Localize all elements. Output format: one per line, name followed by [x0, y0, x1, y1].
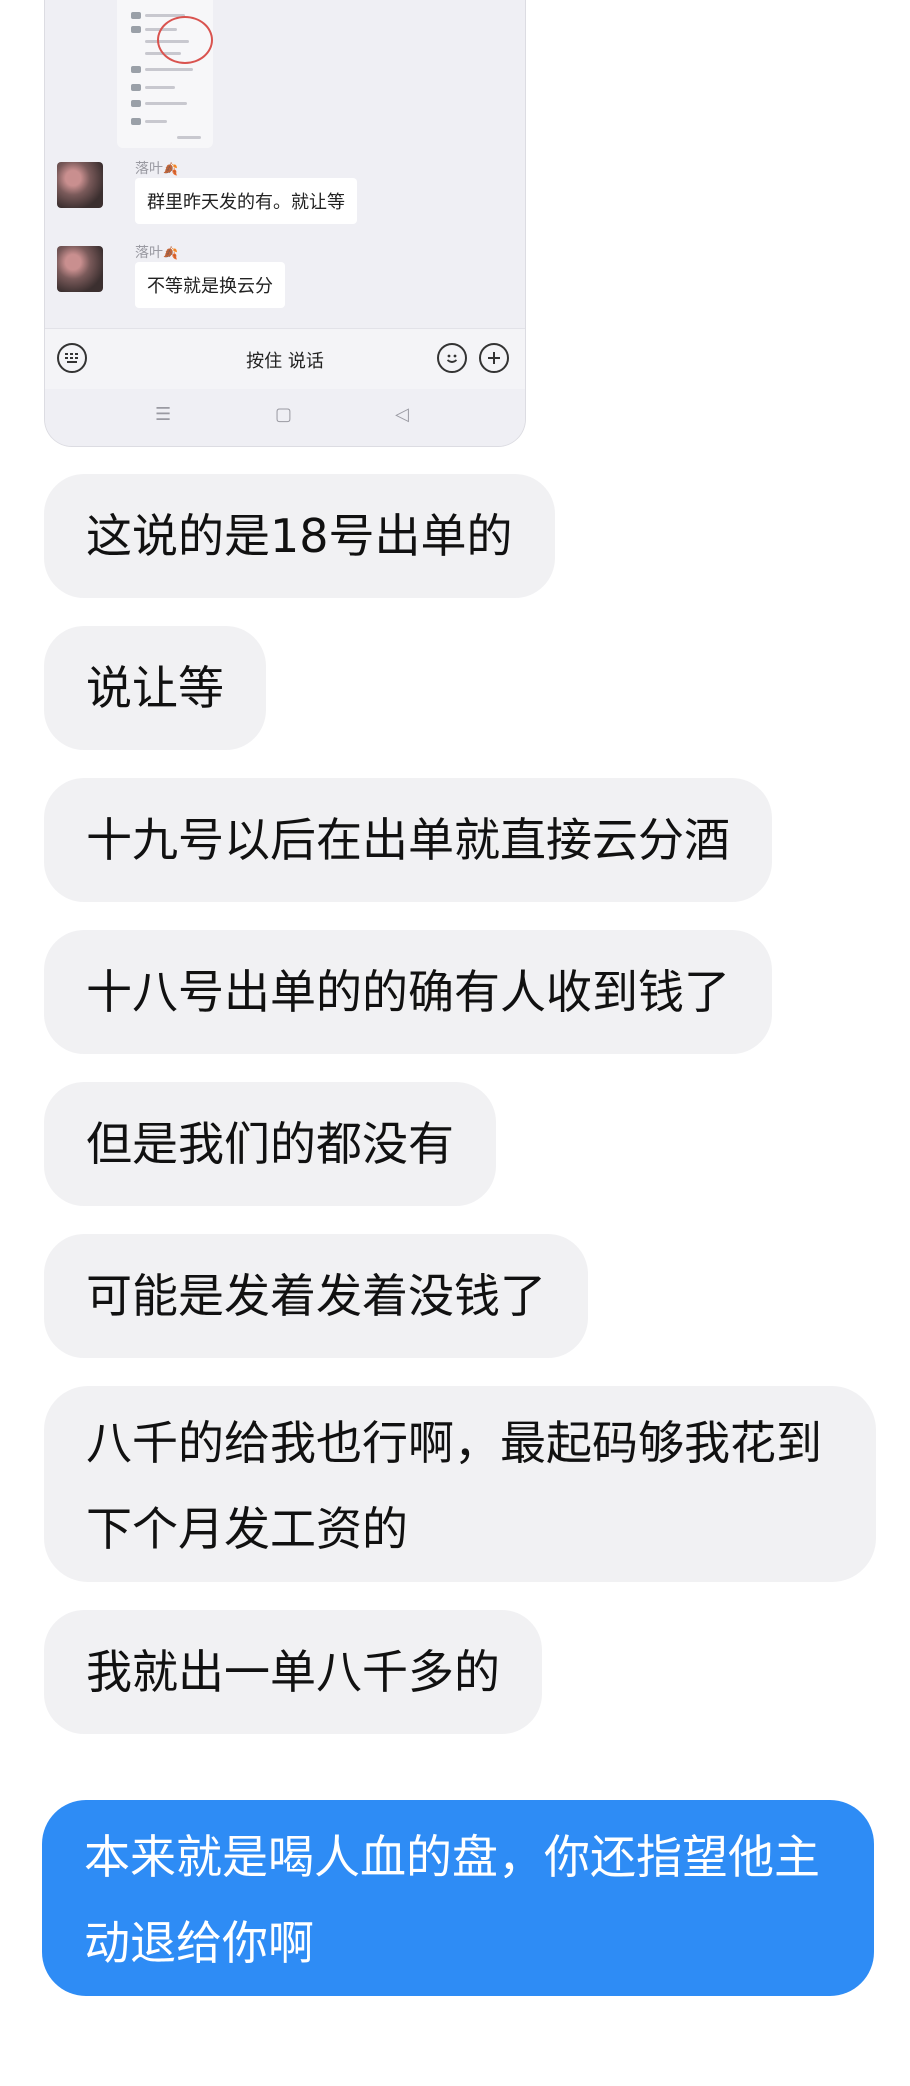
- image-thumbnail[interactable]: [117, 0, 213, 148]
- received-message[interactable]: 十八号出单的的确有人收到钱了: [44, 930, 772, 1054]
- keyboard-icon[interactable]: [57, 343, 87, 373]
- back-icon[interactable]: ◁: [395, 404, 409, 425]
- sent-message[interactable]: 本来就是喝人血的盘，你还指望他主动退给你啊: [42, 1800, 874, 1996]
- hold-to-talk-button[interactable]: 按住 说话: [195, 347, 375, 373]
- received-message[interactable]: 十九号以后在出单就直接云分酒: [44, 778, 772, 902]
- embedded-message-bubble[interactable]: 不等就是换云分: [135, 262, 285, 308]
- embedded-screenshot: 落叶🍂 群里昨天发的有。就让等 落叶🍂 不等就是换云分 按住 说话 ☰ ▢ ◁: [44, 0, 526, 447]
- leaf-icon: 🍂: [163, 162, 178, 176]
- received-message[interactable]: 说让等: [44, 626, 266, 750]
- avatar[interactable]: [57, 162, 103, 208]
- received-message[interactable]: 可能是发着发着没钱了: [44, 1234, 588, 1358]
- menu-icon[interactable]: ☰: [155, 404, 171, 425]
- embedded-message-bubble[interactable]: 群里昨天发的有。就让等: [135, 178, 357, 224]
- input-bar: 按住 说话: [45, 328, 525, 389]
- received-message[interactable]: 这说的是18号出单的: [44, 474, 555, 598]
- sender-name: 落叶: [135, 245, 163, 261]
- plus-icon[interactable]: [479, 343, 509, 373]
- received-message[interactable]: 但是我们的都没有: [44, 1082, 496, 1206]
- received-message[interactable]: 八千的给我也行啊，最起码够我花到下个月发工资的: [44, 1386, 876, 1582]
- emoji-icon[interactable]: [437, 343, 467, 373]
- sender-name: 落叶: [135, 161, 163, 177]
- avatar[interactable]: [57, 246, 103, 292]
- red-annotation-circle: [157, 16, 213, 64]
- home-icon[interactable]: ▢: [275, 404, 292, 425]
- leaf-icon: 🍂: [163, 246, 178, 260]
- received-message[interactable]: 我就出一单八千多的: [44, 1610, 542, 1734]
- system-nav-bar: ☰ ▢ ◁: [45, 390, 525, 446]
